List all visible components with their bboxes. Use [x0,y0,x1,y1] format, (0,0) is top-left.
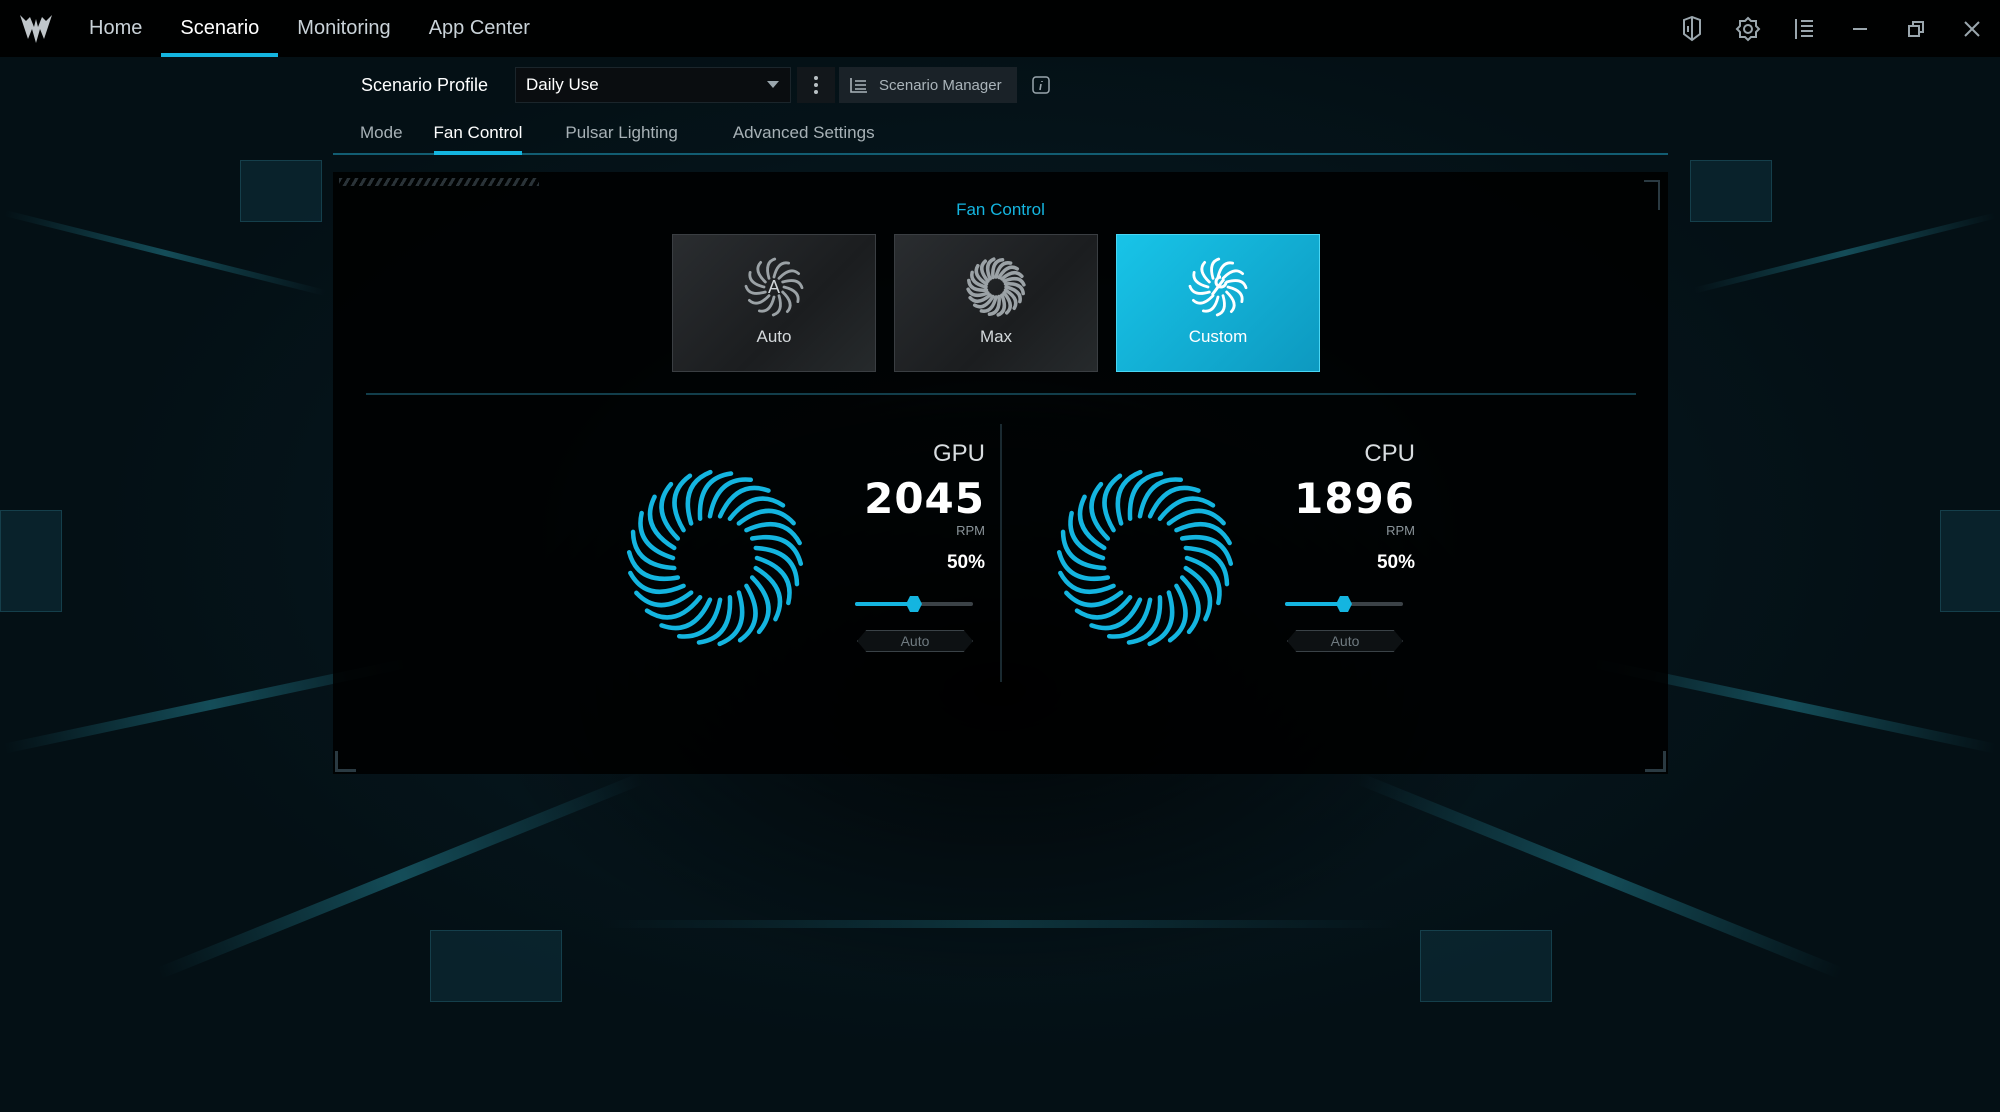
restore-icon[interactable] [1888,0,1944,57]
chevron-down-icon [767,81,779,88]
predator-logo [20,14,52,43]
scenario-manager-label: Scenario Manager [879,76,1002,94]
fan-control-title: Fan Control [956,200,1045,219]
nav-app-center[interactable]: App Center [410,0,549,57]
fan-blade [747,294,771,305]
fan-blade [756,260,767,284]
scenario-profile-value: Daily Use [526,75,599,94]
panel-corner [335,751,356,772]
panel-decoration [339,178,539,186]
slider-fill [1285,602,1344,606]
fan-mode-auto-button[interactable]: A Auto [672,234,876,372]
cpu-fan-info: CPU 1896 RPM 50% [1255,440,1415,574]
fan-blade [634,590,694,608]
tab-fan-control[interactable]: Fan Control [419,117,539,155]
fan-blade [1074,595,1133,620]
fan-blade [1064,590,1124,608]
gpu-fan-name: GPU [932,440,985,467]
fan-blade [1200,260,1211,284]
tab-advanced-settings[interactable]: Advanced Settings [706,117,903,153]
fan-mode-custom-button[interactable]: Custom [1116,234,1320,372]
fan-blade [727,496,786,521]
settings-icon[interactable] [1720,0,1776,57]
nav-scenario[interactable]: Scenario [161,0,279,57]
nav-monitoring[interactable]: Monitoring [278,0,409,57]
gpu-fan-rpm-unit: RPM [956,523,985,538]
slider-fill [855,602,914,606]
keyboard-icon[interactable] [1664,0,1720,57]
fan-custom-icon [1188,257,1248,317]
nav-home[interactable]: Home [70,0,161,57]
fan-blade [1166,508,1226,526]
gpu-fan-auto-button[interactable]: Auto [857,630,973,652]
fan-blade [777,269,801,280]
fan-mode-label: Custom [1188,327,1248,346]
cpu-fan-auto-button[interactable]: Auto [1287,630,1403,652]
gpu-fan-slider[interactable] [855,595,973,613]
scenario-subtabs: Mode Fan Control Pulsar Lighting Advance… [333,117,1668,155]
tab-pulsar-lighting[interactable]: Pulsar Lighting [538,117,705,153]
fan-blade [781,290,792,314]
minimize-icon[interactable] [1832,0,1888,57]
fan-blade [1221,269,1245,280]
panel-corner [1645,751,1666,772]
slider-thumb[interactable] [906,596,922,612]
menu-icon[interactable] [1776,0,1832,57]
kebab-icon [814,76,818,94]
slider-thumb[interactable] [1336,596,1352,612]
fan-blade [1191,294,1215,305]
gpu-fan-rpm: 2045 [864,474,985,523]
gpu-fan-icon [626,469,804,647]
scenario-manager-button[interactable]: Scenario Manager [839,67,1017,103]
cpu-fan-rpm-unit: RPM [1386,523,1415,538]
svg-text:A: A [768,277,780,297]
more-options-button[interactable] [797,67,835,103]
fan-blade [644,595,703,620]
scenario-profile-dropdown[interactable]: Daily Use [515,67,791,103]
fan-auto-icon: A [744,257,804,317]
gpu-fan-panel: GPU 2045 RPM 50% Auto [625,440,985,680]
cpu-fan-panel: CPU 1896 RPM 50% Auto [1055,440,1415,680]
fan-mode-selector: A Auto Max Custom [672,234,1320,372]
cpu-fan-name: CPU [1364,440,1415,467]
fan-blade [1225,290,1236,314]
tab-mode[interactable]: Mode [333,117,419,153]
fan-divider [1000,424,1002,682]
list-icon [850,78,867,93]
info-icon[interactable] [1031,75,1051,95]
fan-control-panel: Fan Control A Auto Max Custom GPU 2045 R… [333,172,1668,774]
fan-max-icon [966,257,1026,317]
cpu-fan-icon [1056,469,1234,647]
gpu-fan-info: GPU 2045 RPM 50% [825,440,985,574]
fan-mode-max-button[interactable]: Max [894,234,1098,372]
fan-mode-label: Auto [756,327,792,346]
cpu-fan-percent: 50% [1376,552,1415,573]
cpu-fan-slider[interactable] [1285,595,1403,613]
fan-blade [736,508,796,526]
close-icon[interactable] [1944,0,2000,57]
title-bar: Home Scenario Monitoring App Center [0,0,2000,57]
fan-blade [1157,496,1216,521]
cpu-fan-rpm: 1896 [1294,474,1415,523]
scenario-profile-label: Scenario Profile [361,74,489,95]
gpu-fan-percent: 50% [946,552,985,573]
scenario-profile-row: Scenario Profile Daily Use Scenario Mana… [361,66,1051,104]
section-divider [366,393,1636,395]
fan-mode-label: Max [979,327,1013,346]
